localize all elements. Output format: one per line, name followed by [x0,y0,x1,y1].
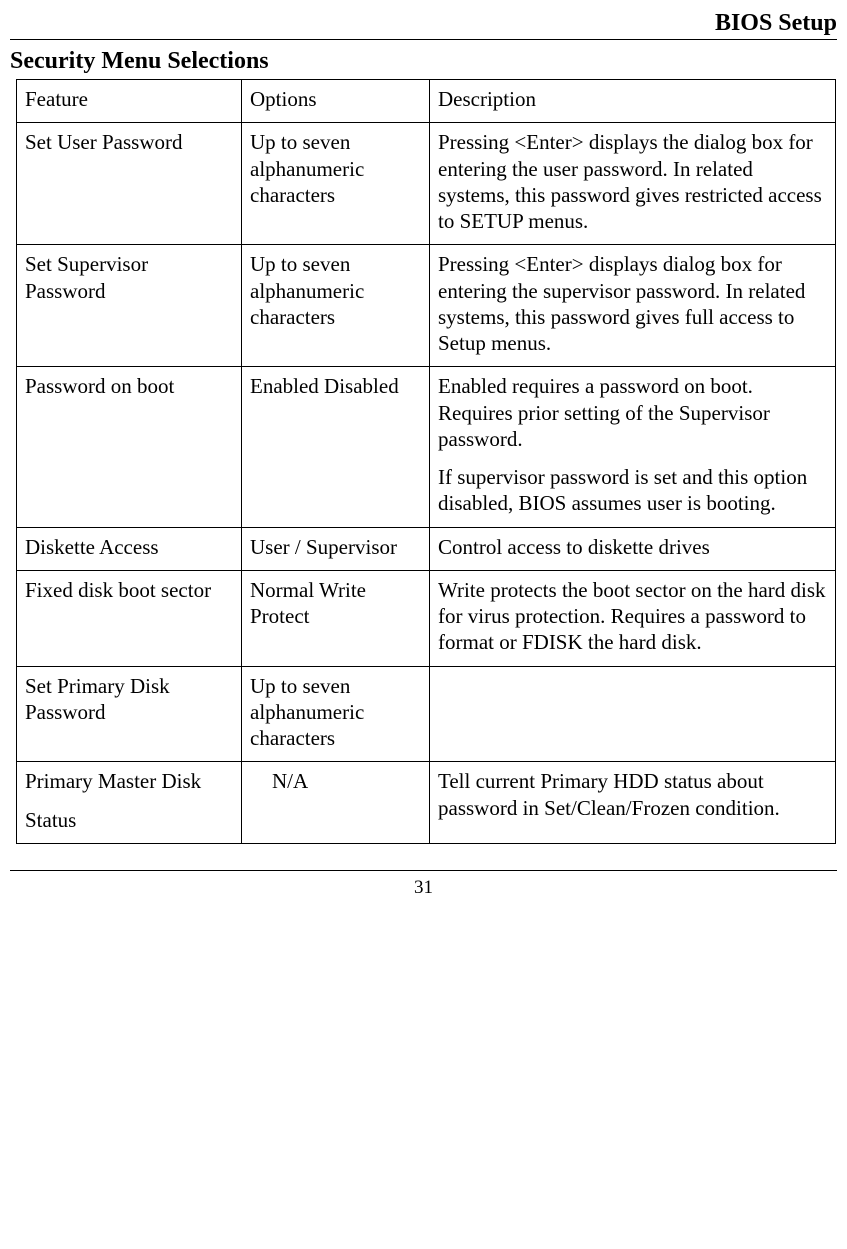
table-row: Set User Password Up to seven alphanumer… [17,123,836,245]
cell-feature: Fixed disk boot sector [17,570,242,666]
desc-text: Tell current Primary HDD status about pa… [438,768,827,821]
page-header-title: BIOS Setup [10,0,837,39]
section-heading: Security Menu Selections [10,48,837,75]
table-header-row: Feature Options Description [17,80,836,123]
cell-description: Pressing <Enter> displays the dialog box… [430,123,836,245]
cell-options: Normal Write Protect [242,570,430,666]
feature-line-1: Primary Master Disk [25,769,201,793]
table-row: Diskette Access User / Supervisor Contro… [17,527,836,570]
feature-line-2: Status [25,807,233,833]
cell-description: Write protects the boot sector on the ha… [430,570,836,666]
cell-feature: Password on boot [17,367,242,527]
table-row: Fixed disk boot sector Normal Write Prot… [17,570,836,666]
table-row: Primary Master Disk Status N/A Tell curr… [17,762,836,844]
cell-description: Tell current Primary HDD status about pa… [430,762,836,844]
desc-text: Control access to diskette drives [438,534,827,560]
table-row: Set Primary Disk Password Up to seven al… [17,666,836,762]
cell-feature: Set Supervisor Password [17,245,242,367]
table-row: Password on boot Enabled Disabled Enable… [17,367,836,527]
col-header-options: Options [242,80,430,123]
options-text: N/A [250,769,308,793]
desc-text: Write protects the boot sector on the ha… [438,577,827,656]
header-rule [10,39,837,40]
cell-options: Up to seven alphanumeric characters [242,123,430,245]
cell-feature: Primary Master Disk Status [17,762,242,844]
col-header-description: Description [430,80,836,123]
cell-options: User / Supervisor [242,527,430,570]
cell-feature: Diskette Access [17,527,242,570]
table-row: Set Supervisor Password Up to seven alph… [17,245,836,367]
cell-options: Up to seven alphanumeric characters [242,245,430,367]
cell-options: Up to seven alphanumeric characters [242,666,430,762]
col-header-feature: Feature [17,80,242,123]
footer-rule [10,870,837,871]
cell-description [430,666,836,762]
cell-options: N/A [242,762,430,844]
cell-description: Control access to diskette drives [430,527,836,570]
desc-text: Enabled requires a password on boot. Req… [438,373,827,452]
desc-text: Pressing <Enter> displays dialog box for… [438,251,827,356]
security-menu-table: Feature Options Description Set User Pas… [16,79,836,844]
desc-text: If supervisor password is set and this o… [438,464,827,517]
page-number: 31 [10,877,837,899]
cell-description: Enabled requires a password on boot. Req… [430,367,836,527]
desc-text: Pressing <Enter> displays the dialog box… [438,129,827,234]
cell-description: Pressing <Enter> displays dialog box for… [430,245,836,367]
cell-feature: Set User Password [17,123,242,245]
cell-options: Enabled Disabled [242,367,430,527]
cell-feature: Set Primary Disk Password [17,666,242,762]
